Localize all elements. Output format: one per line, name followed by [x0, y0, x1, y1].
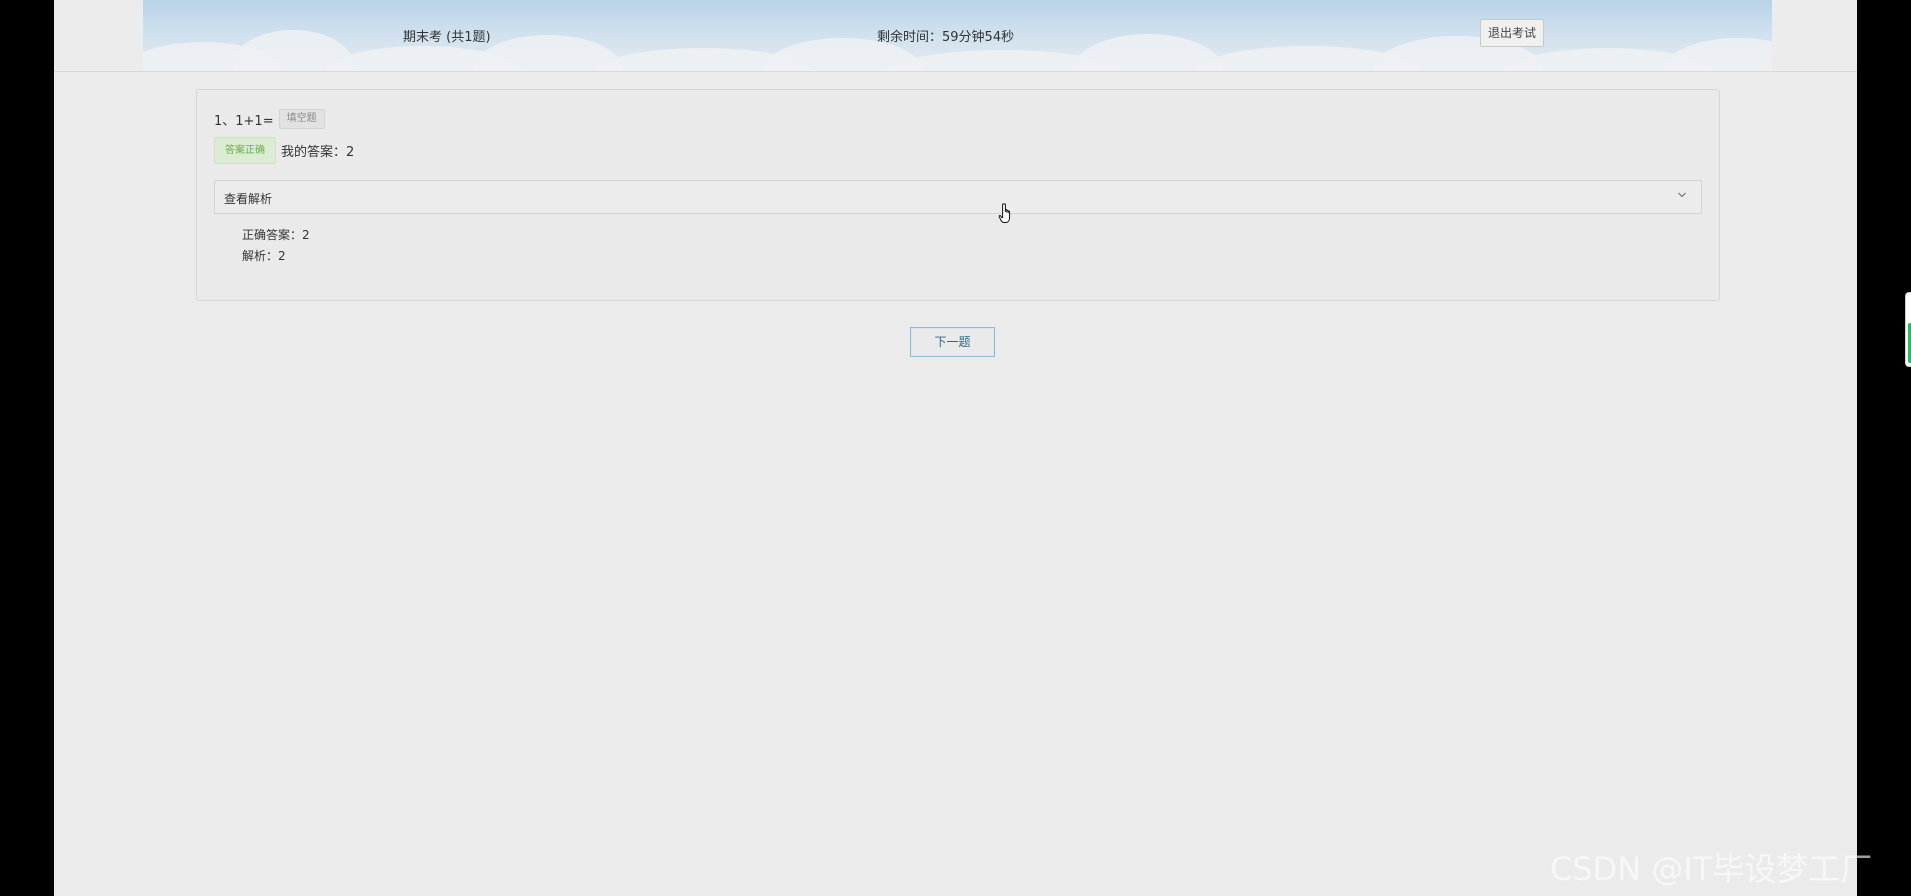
question-card: 1、1+1= 填空题 答案正确 我的答案：2 查看解析 正确答案：2 解析：2: [196, 89, 1720, 301]
my-answer-line: 答案正确 我的答案：2: [214, 137, 354, 164]
question-stem: 1、1+1=: [214, 113, 274, 129]
next-question-button[interactable]: 下一题: [910, 327, 995, 357]
question-type-tag: 填空题: [278, 109, 325, 129]
answer-correct-badge: 答案正确: [214, 137, 276, 164]
view-analysis-label: 查看解析: [224, 192, 273, 206]
header-sky-banner: 期末考 (共1题) 剩余时间：59分钟54秒 退出考试: [143, 0, 1772, 71]
side-floating-tab[interactable]: [1905, 292, 1911, 367]
correct-answer: 正确答案：2: [242, 228, 310, 242]
header-bar: 期末考 (共1题) 剩余时间：59分钟54秒 退出考试: [54, 0, 1857, 72]
exam-title: 期末考 (共1题): [403, 30, 491, 45]
view-analysis-toggle[interactable]: 查看解析: [214, 180, 1702, 214]
analysis-content: 正确答案：2 解析：2: [242, 225, 310, 267]
analysis-text: 解析：2: [242, 249, 286, 263]
chevron-down-icon: [1678, 192, 1686, 198]
cloud-decoration: [1663, 38, 1772, 71]
question-stem-line: 1、1+1= 填空题: [214, 109, 325, 129]
exit-exam-button[interactable]: 退出考试: [1480, 19, 1544, 47]
hand-pointer-icon: [998, 203, 1011, 223]
watermark-text: CSDN @IT毕设梦工厂: [1550, 850, 1873, 888]
remaining-time: 剩余时间：59分钟54秒: [877, 30, 1015, 45]
page-viewport: 期末考 (共1题) 剩余时间：59分钟54秒 退出考试 1、1+1= 填空题 答…: [54, 0, 1857, 896]
my-answer: 我的答案：2: [281, 145, 355, 160]
